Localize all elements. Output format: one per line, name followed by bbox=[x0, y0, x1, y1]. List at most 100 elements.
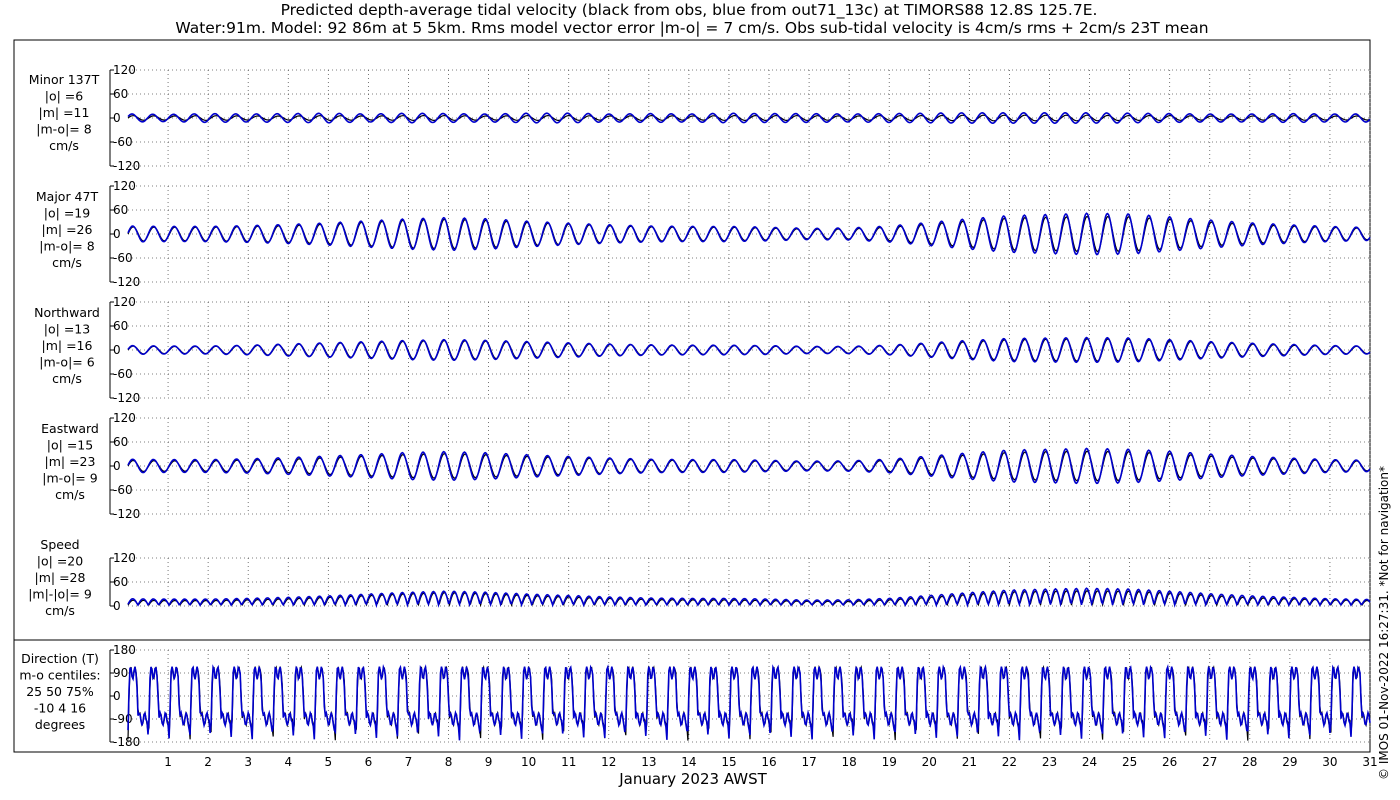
x-tick-label: 14 bbox=[681, 755, 696, 769]
x-tick-label: 24 bbox=[1082, 755, 1097, 769]
panel-3: -120 -60 0 60 120 Eastward |o| =15|m| =23 |m-o|… bbox=[41, 411, 1371, 521]
y-tick-label: -180 bbox=[113, 735, 140, 749]
chart-title-line-2: Water:91m. Model: 92 86m at 5 5km. Rms m… bbox=[175, 19, 1208, 37]
panel-label: m-o centiles: bbox=[19, 668, 100, 683]
x-tick-label: 26 bbox=[1162, 755, 1177, 769]
panel-label: |m-o|= 8 bbox=[39, 239, 94, 254]
x-tick-label: 31 bbox=[1362, 755, 1377, 769]
panel-1: -120 -60 0 60 120 Major 47T |o| =19|m| =26 |m-o… bbox=[36, 179, 1371, 289]
x-tick-label: 30 bbox=[1322, 755, 1337, 769]
panel-label: |o| =19 bbox=[44, 206, 90, 221]
x-tick-label: 25 bbox=[1122, 755, 1137, 769]
x-tick-label: 4 bbox=[284, 755, 292, 769]
panel-label: cm/s bbox=[45, 603, 75, 618]
x-tick-label: 22 bbox=[1002, 755, 1017, 769]
x-tick-label: 11 bbox=[561, 755, 576, 769]
x-tick-label: 29 bbox=[1282, 755, 1297, 769]
x-tick-label: 2 bbox=[204, 755, 212, 769]
y-tick-label: 60 bbox=[113, 575, 128, 589]
panel-label: Northward bbox=[34, 305, 100, 320]
x-tick-label: 1 bbox=[164, 755, 172, 769]
panel-label: Minor 137T bbox=[29, 72, 100, 87]
x-tick-label: 13 bbox=[641, 755, 656, 769]
panel-label: |m|-|o|= 9 bbox=[28, 587, 92, 602]
panel-label: |m| =11 bbox=[39, 105, 90, 120]
panel-label: |m| =23 bbox=[45, 454, 96, 469]
panel-label: |m-o|= 9 bbox=[42, 471, 97, 486]
x-tick-label: 8 bbox=[445, 755, 453, 769]
x-tick-label: 23 bbox=[1042, 755, 1057, 769]
x-axis-label: January 2023 AWST bbox=[618, 770, 767, 788]
panel-0: -120 -60 0 60 120 Minor 137T |o| =6|m| =11 |m-o… bbox=[29, 63, 1371, 173]
y-tick-label: 0 bbox=[113, 689, 121, 703]
panel-label: |m| =16 bbox=[42, 338, 93, 353]
panel-label: cm/s bbox=[49, 138, 79, 153]
x-tick-label: 21 bbox=[962, 755, 977, 769]
panels: -120-60060120Minor 137T|o| =6|m| =11|m-o… bbox=[19, 63, 1377, 769]
panel-label: Speed bbox=[40, 537, 79, 552]
x-tick-label: 20 bbox=[922, 755, 937, 769]
x-tick-label: 27 bbox=[1202, 755, 1217, 769]
y-tick-label: 120 bbox=[113, 295, 136, 309]
x-tick-label: 10 bbox=[521, 755, 536, 769]
y-tick-label: -120 bbox=[113, 507, 140, 521]
y-tick-label: -120 bbox=[113, 275, 140, 289]
y-tick-label: -60 bbox=[113, 483, 133, 497]
y-tick-label: -60 bbox=[113, 251, 133, 265]
panel-label: cm/s bbox=[52, 255, 82, 270]
y-tick-label: -120 bbox=[113, 159, 140, 173]
y-tick-label: 0 bbox=[113, 343, 121, 357]
panel-5: -180 -90 0 90 180 Direction (T) m-o centiles:2… bbox=[19, 643, 1371, 749]
x-tick-label: 3 bbox=[244, 755, 252, 769]
panel-label: -10 4 16 bbox=[34, 701, 86, 716]
panel-4: 0 60 120 Speed |o| =20|m| =28 |m|-|o|= 9cm/s bbox=[28, 537, 1371, 618]
panel-label: Direction (T) bbox=[21, 651, 99, 666]
y-tick-label: 120 bbox=[113, 411, 136, 425]
y-tick-label: 0 bbox=[113, 459, 121, 473]
x-tick-label: 5 bbox=[325, 755, 333, 769]
y-tick-label: 60 bbox=[113, 435, 128, 449]
y-tick-label: -90 bbox=[113, 712, 133, 726]
y-tick-label: 0 bbox=[113, 599, 121, 613]
y-tick-label: 0 bbox=[113, 111, 121, 125]
panel-label: |o| =20 bbox=[37, 554, 83, 569]
upper-frame bbox=[13, 39, 1371, 641]
y-tick-label: 60 bbox=[113, 203, 128, 217]
x-tick-label: 19 bbox=[882, 755, 897, 769]
y-tick-label: 180 bbox=[113, 643, 136, 657]
panel-label: |o| =13 bbox=[44, 322, 90, 337]
x-tick-label: 28 bbox=[1242, 755, 1257, 769]
panel-label: |m-o|= 8 bbox=[36, 122, 91, 137]
y-tick-label: 60 bbox=[113, 319, 128, 333]
panel-label: Major 47T bbox=[36, 189, 99, 204]
y-tick-label: -120 bbox=[113, 391, 140, 405]
panel-label: |m-o|= 6 bbox=[39, 355, 94, 370]
x-tick-label: 6 bbox=[365, 755, 373, 769]
panel-label: |o| =6 bbox=[45, 89, 84, 104]
x-tick-label: 18 bbox=[842, 755, 857, 769]
panel-label: |m| =28 bbox=[35, 570, 86, 585]
x-tick-label: 16 bbox=[761, 755, 776, 769]
panel-label: |o| =15 bbox=[47, 438, 93, 453]
x-tick-label: 9 bbox=[485, 755, 493, 769]
panel-label: cm/s bbox=[52, 371, 82, 386]
chart-title-line-1: Predicted depth-average tidal velocity (… bbox=[281, 1, 1098, 20]
panel-label: cm/s bbox=[55, 487, 85, 502]
y-tick-label: 120 bbox=[113, 551, 136, 565]
x-tick-label: 12 bbox=[601, 755, 616, 769]
y-tick-label: -60 bbox=[113, 135, 133, 149]
panel-label: 25 50 75% bbox=[26, 684, 94, 699]
panel-label: degrees bbox=[35, 717, 85, 732]
panel-label: |m| =26 bbox=[42, 222, 93, 237]
x-tick-label: 7 bbox=[405, 755, 413, 769]
y-tick-label: 90 bbox=[113, 666, 128, 680]
y-tick-label: 120 bbox=[113, 63, 136, 77]
panel-2: -120 -60 0 60 120 Northward |o| =13|m| =16 |m-o… bbox=[34, 295, 1371, 405]
y-tick-label: 0 bbox=[113, 227, 121, 241]
y-tick-label: -60 bbox=[113, 367, 133, 381]
copyright-note: © IMOS 01-Nov-2022 16:27:31. *Not for na… bbox=[1377, 466, 1391, 780]
x-tick-label: 15 bbox=[721, 755, 736, 769]
y-tick-label: 60 bbox=[113, 87, 128, 101]
x-tick-label: 17 bbox=[801, 755, 816, 769]
tidal-velocity-figure: Predicted depth-average tidal velocity (… bbox=[13, 1, 1391, 788]
